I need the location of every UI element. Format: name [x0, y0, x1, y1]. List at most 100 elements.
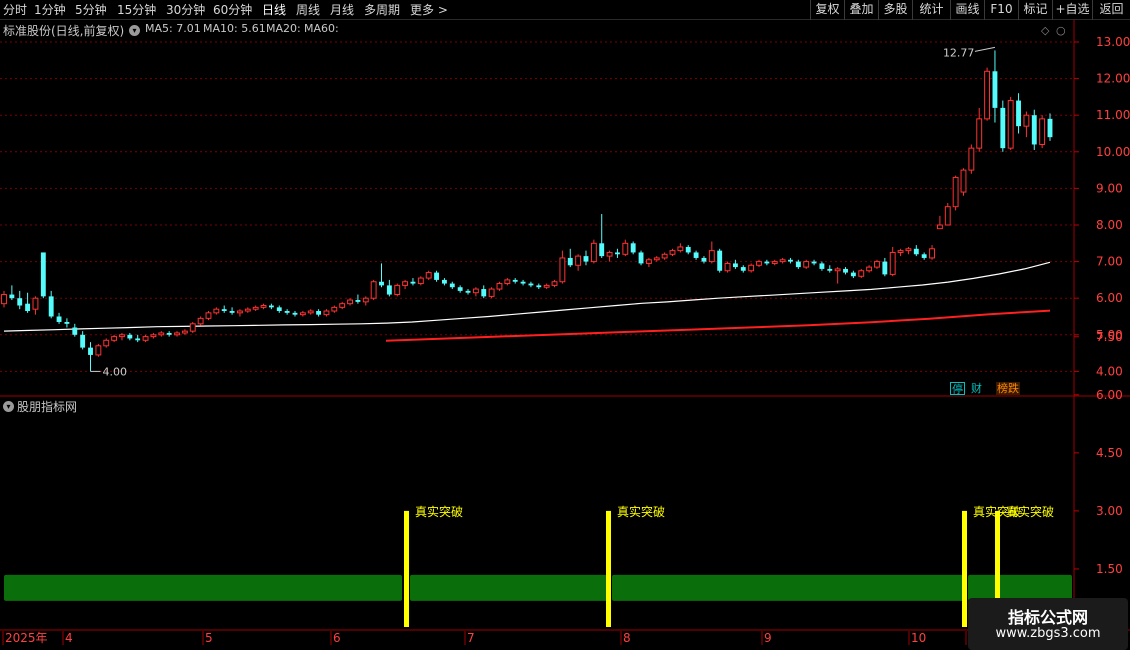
candle-body [803, 261, 810, 268]
candle-body [88, 347, 93, 355]
candle-body [630, 243, 636, 253]
diamond-icon[interactable]: ◇ [1041, 24, 1049, 37]
ma-line-red [385, 309, 1051, 342]
badge-suspend[interactable]: 停 [950, 382, 965, 396]
btn-tongji[interactable]: 统计 [912, 0, 950, 20]
candle-body [866, 266, 873, 272]
chevron-down-icon[interactable]: ▾ [3, 401, 14, 412]
candle-body [543, 284, 550, 288]
indicator-panel: 真实突破真实突破真实突破真实突破 [4, 504, 1072, 627]
x-tick-label: 7 [467, 631, 475, 645]
candle-body [976, 118, 983, 149]
period-tab-30min[interactable]: 30分钟 [166, 2, 205, 18]
candle-body [1016, 100, 1021, 127]
period-tab-60min[interactable]: 60分钟 [213, 2, 252, 18]
btn-f10[interactable]: F10 [984, 0, 1018, 20]
candle-body [197, 317, 204, 325]
btn-back[interactable]: 返回 [1092, 0, 1130, 20]
badge-finance[interactable]: 财 [970, 382, 983, 395]
period-tab-weekly[interactable]: 周线 [296, 2, 320, 18]
period-tab-more[interactable]: 更多 > [410, 2, 448, 18]
candle-body [252, 306, 259, 310]
candle-body [1039, 118, 1046, 145]
x-tick-label: 9 [764, 631, 772, 645]
candle-body [622, 242, 629, 255]
watermark-url: www.zbgs3.com [995, 626, 1101, 641]
candle-body [244, 308, 251, 312]
btn-add-watchlist[interactable]: +自选 [1052, 0, 1092, 20]
chevron-down-icon[interactable]: ▾ [129, 25, 140, 36]
btn-fuquan[interactable]: 复权 [810, 0, 844, 20]
candle-body [590, 242, 597, 263]
x-tick-label: 2025年 [5, 631, 48, 645]
candle-body [882, 261, 888, 275]
candle-body [488, 288, 495, 297]
candle-body [379, 281, 384, 286]
btn-huaxian[interactable]: 画线 [950, 0, 984, 20]
candle-body [355, 300, 361, 302]
candle-body [425, 272, 432, 279]
candle-body [166, 332, 172, 335]
badge-rank-drop[interactable]: 榜跌 [996, 382, 1020, 395]
candle-body [913, 248, 919, 255]
candle-body [441, 279, 447, 284]
y-tick-label: 6.00 [1096, 291, 1123, 305]
y-tick-label: 9.00 [1096, 181, 1123, 195]
candle-body [1047, 118, 1053, 138]
candle-body [417, 277, 424, 285]
ma5-label: MA5: 7.01 [145, 22, 201, 35]
candle-body [386, 285, 392, 295]
btn-diejia[interactable]: 叠加 [844, 0, 878, 20]
settings-circle-icon[interactable]: ○ [1056, 24, 1066, 37]
candle-body [174, 332, 180, 336]
candle-body [40, 252, 46, 297]
period-tab-multi[interactable]: 多周期 [364, 2, 400, 18]
candle-body [599, 243, 605, 257]
candle-body [567, 257, 573, 266]
candle-body [48, 296, 54, 317]
x-tick-label: 5 [205, 631, 213, 645]
price-chart[interactable]: 真实突破真实突破真实突破真实突破 13.0012.0011.0010.009.0… [0, 20, 1130, 650]
low-marker-label: 4.00 [103, 365, 128, 378]
candle-body [237, 310, 243, 314]
btn-biaoji[interactable]: 标记 [1018, 0, 1052, 20]
candle-body [905, 248, 912, 252]
candle-body [95, 345, 102, 356]
candle-body [606, 251, 613, 257]
candle-body [111, 336, 118, 341]
sub-y-tick-label: 6.00 [1096, 388, 1123, 402]
signal-label: 真实突破 [1006, 504, 1054, 519]
candle-body [811, 261, 817, 264]
candle-body [457, 287, 463, 291]
period-tab-monthly[interactable]: 月线 [330, 2, 354, 18]
signal-bar [404, 510, 409, 627]
candle-body [481, 289, 487, 297]
candle-body [142, 336, 149, 341]
candle-body [693, 252, 699, 258]
candle-body [661, 253, 668, 259]
candle-body [316, 311, 322, 315]
period-tab-1min[interactable]: 1分钟 [34, 2, 66, 18]
period-tab-15min[interactable]: 15分钟 [117, 2, 156, 18]
candle-body [135, 338, 141, 341]
period-toolbar: 分时 1分钟 5分钟 15分钟 30分钟 60分钟 日线 周线 月线 多周期 更… [0, 0, 1130, 20]
candles [1, 50, 1053, 372]
candle-body [362, 297, 369, 303]
axes: 13.0012.0011.0010.009.008.007.006.005.00… [2, 35, 1130, 645]
candle-body [944, 206, 951, 226]
candle-body [740, 267, 746, 271]
candle-body [685, 246, 691, 253]
stock-title: 标准股份(日线,前复权) [3, 24, 125, 38]
period-tab-5min[interactable]: 5分钟 [75, 2, 107, 18]
signal-label: 真实突破 [617, 504, 665, 519]
candle-body [260, 305, 267, 308]
signal-bar [606, 510, 611, 627]
y-tick-label: 11.00 [1096, 108, 1130, 122]
x-tick-label: 8 [623, 631, 631, 645]
period-tab-daily[interactable]: 日线 [262, 2, 286, 18]
btn-duogu[interactable]: 多股 [878, 0, 912, 20]
candle-body [889, 251, 896, 275]
candle-body [213, 308, 220, 314]
period-tab-fenshi[interactable]: 分时 [3, 2, 27, 18]
candle-body [307, 310, 314, 314]
